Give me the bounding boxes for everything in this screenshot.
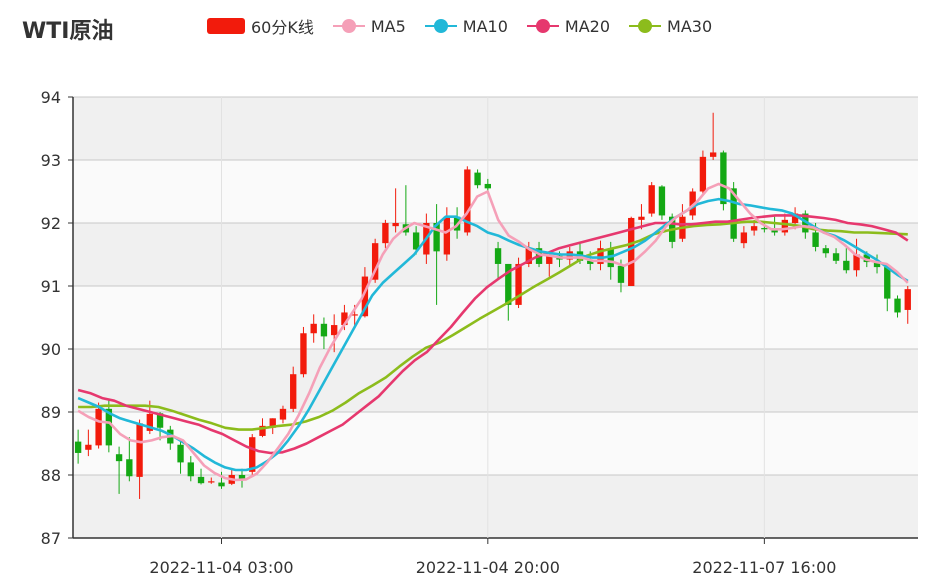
candle-body (320, 323, 328, 337)
grid-band (73, 349, 918, 412)
x-tick-label: 2022-11-04 03:00 (149, 558, 293, 573)
candle-body (709, 152, 717, 157)
x-tick-label: 2022-11-07 16:00 (692, 558, 836, 573)
candle-body (187, 462, 194, 477)
candle-body (822, 248, 829, 254)
grid-band (73, 97, 918, 160)
candle-body (300, 333, 307, 375)
candle-body (208, 481, 215, 483)
candle-body (658, 186, 666, 216)
candle-body (136, 423, 143, 477)
candle-body (607, 249, 614, 268)
candle-body (115, 454, 123, 462)
grid-band (73, 475, 918, 538)
candle-body (126, 459, 133, 477)
candle-body (648, 185, 655, 214)
candle-body (310, 323, 317, 334)
candle-body (392, 223, 399, 227)
candle-body (617, 265, 625, 283)
candle-body (843, 260, 850, 271)
candle-body (484, 183, 491, 189)
y-tick-label: 90 (41, 340, 61, 359)
y-tick-label: 92 (41, 214, 61, 233)
candle-body (95, 408, 102, 446)
candle-body (812, 232, 819, 247)
y-tick-label: 91 (41, 277, 61, 296)
candle-body (638, 216, 645, 220)
candle-body (197, 476, 205, 484)
y-tick-label: 89 (41, 403, 61, 422)
candle-body (720, 152, 727, 205)
x-tick-label: 2022-11-04 20:00 (416, 558, 560, 573)
candle-body (279, 408, 287, 420)
candle-body (884, 267, 891, 299)
candle-body (699, 156, 707, 192)
candlestick-chart: 87 88 89 90 91 92 93 94 2022-11-04 03:00 2022-11-… (41, 88, 918, 573)
candle-body (894, 298, 901, 313)
candle-body (177, 444, 184, 463)
y-tick-label: 87 (41, 529, 61, 548)
candle-body (740, 232, 748, 244)
y-tick-label: 88 (41, 466, 61, 485)
candle-body (832, 253, 840, 261)
candle-body (218, 482, 225, 487)
candle-body (443, 216, 451, 255)
candle-body (781, 219, 789, 233)
candle-body (382, 223, 389, 244)
candle-body (85, 444, 92, 450)
y-tick-label: 93 (41, 151, 61, 170)
grid-band (73, 412, 918, 475)
candle-body (761, 228, 768, 230)
candle-body (331, 325, 338, 336)
candle-body (750, 226, 758, 231)
candle-body (494, 248, 502, 264)
candle-body (474, 172, 481, 186)
candle-body (290, 374, 297, 409)
candle-body (74, 441, 82, 453)
y-tick-label: 94 (41, 88, 61, 107)
grid-band (73, 286, 918, 349)
candle-body (904, 289, 911, 310)
